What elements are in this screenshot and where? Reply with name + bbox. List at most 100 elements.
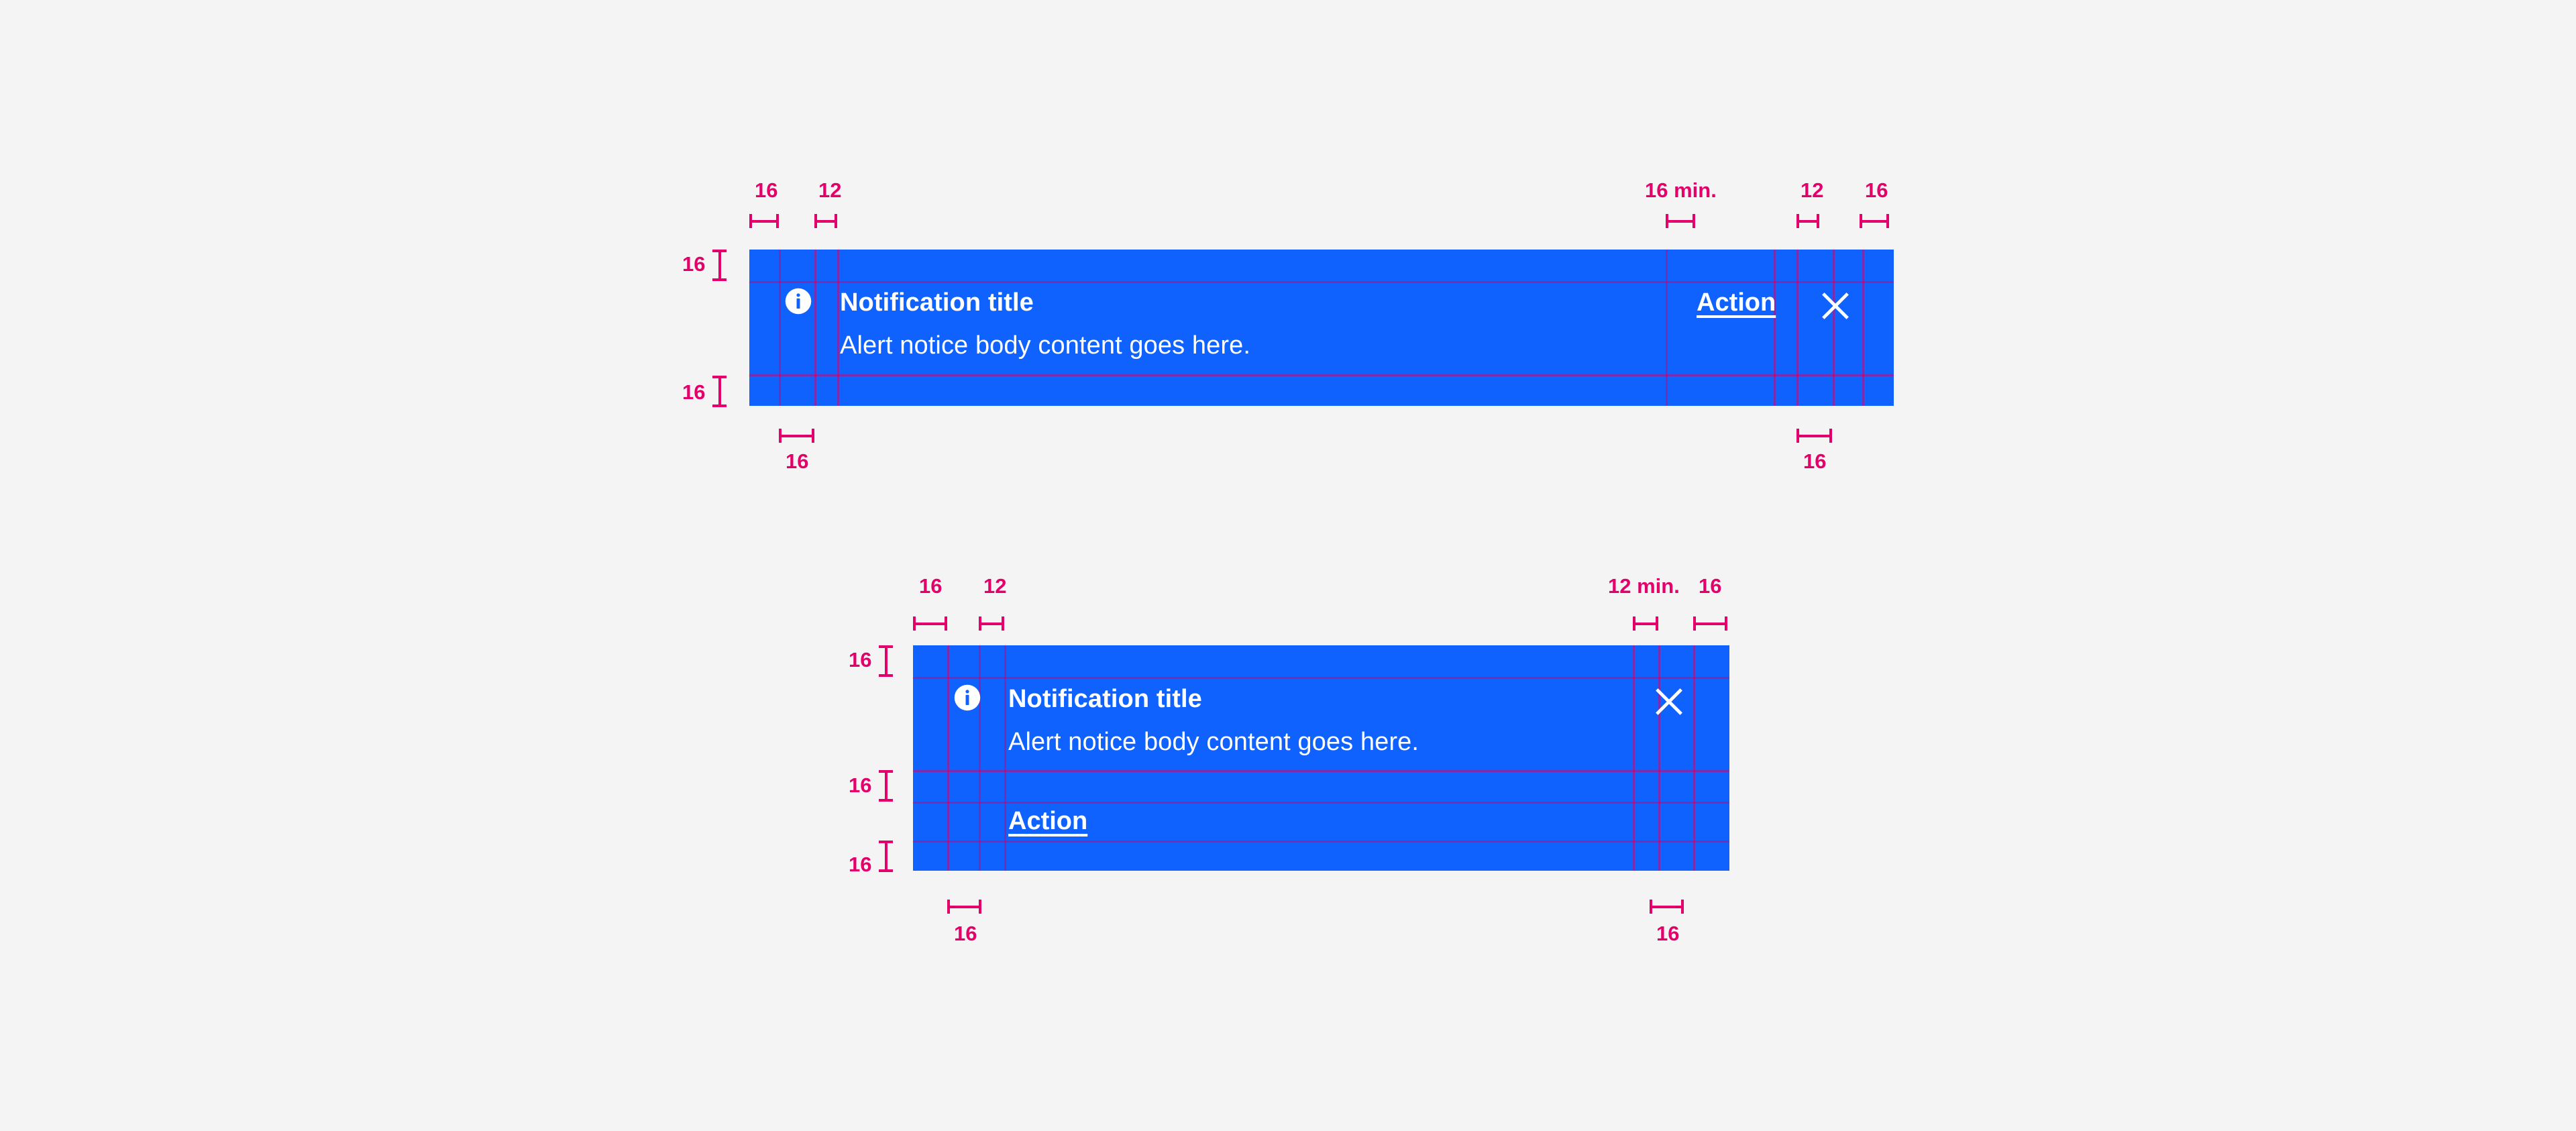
bar-cap-left	[913, 616, 916, 631]
bar-cap-right	[1817, 214, 1819, 228]
bar-cap-bottom	[879, 799, 893, 802]
bar-cap-left	[1796, 214, 1799, 228]
bar-shaft	[979, 623, 1004, 625]
bar-cap-bottom	[712, 405, 727, 407]
bar-shaft	[1693, 623, 1727, 625]
dimension-bar-n1-top-right-2	[1796, 214, 1819, 228]
bar-cap-right	[835, 214, 837, 228]
bar-cap-left	[979, 616, 981, 631]
bar-shaft	[1650, 906, 1684, 908]
dimension-bar-n1-top-right-1	[1666, 214, 1695, 228]
grid-line-vertical	[1796, 250, 1799, 406]
grid-line-vertical	[1774, 250, 1776, 406]
annotation-n2-top-right-1: 12 min.	[1608, 574, 1680, 598]
bar-shaft	[885, 645, 888, 677]
grid-line-vertical	[1666, 250, 1668, 406]
notification-title: Notification title	[840, 288, 1034, 317]
annotation-n1-top-left-1: 16	[755, 178, 778, 202]
grid-line-vertical	[1862, 250, 1864, 406]
dimension-bar-n2-left-middle	[879, 770, 893, 802]
bar-shaft	[718, 250, 721, 281]
annotation-n1-top-right-2: 12	[1801, 178, 1824, 202]
info-icon	[953, 683, 982, 712]
bar-cap-left	[1633, 616, 1635, 631]
grid-line-horizontal	[749, 374, 1894, 376]
annotation-n2-top-left-1: 16	[919, 574, 943, 598]
dimension-bar-n2-bottom-left	[947, 900, 981, 914]
grid-line-vertical	[837, 250, 839, 406]
bar-cap-right	[1681, 900, 1684, 914]
dimension-bar-n1-bottom-right	[1796, 429, 1832, 443]
bar-cap-bottom	[879, 674, 893, 677]
annotation-n1-bottom-right: 16	[1803, 449, 1827, 473]
annotation-n1-top-right-3: 16	[1865, 178, 1888, 202]
bar-cap-right	[1886, 214, 1889, 228]
bar-shaft	[1860, 220, 1889, 223]
bar-cap-left	[1796, 429, 1799, 443]
grid-line-horizontal	[913, 770, 1729, 772]
bar-cap-left	[1693, 616, 1696, 631]
dimension-bar-n1-top-left-1	[749, 214, 779, 228]
bar-cap-bottom	[712, 278, 727, 281]
notification-title: Notification title	[1008, 685, 1202, 713]
bar-cap-left	[1650, 900, 1652, 914]
bar-shaft	[1796, 435, 1832, 437]
close-icon[interactable]	[1819, 290, 1851, 322]
dimension-bar-n2-bottom-right	[1650, 900, 1684, 914]
dimension-bar-n1-bottom-left	[779, 429, 814, 443]
grid-line-vertical	[779, 250, 781, 406]
annotation-n1-top-left-2: 12	[818, 178, 842, 202]
bar-cap-right	[1002, 616, 1004, 631]
bar-shaft	[814, 220, 837, 223]
dimension-bar-n1-top-left-2	[814, 214, 837, 228]
grid-line-vertical	[1693, 645, 1695, 871]
bar-cap-left	[749, 214, 752, 228]
bar-cap-left	[1666, 214, 1668, 228]
bar-shaft	[947, 906, 981, 908]
dimension-bar-n1-left-top	[712, 250, 727, 281]
annotation-n1-left-top: 16	[682, 252, 706, 276]
annotation-n2-top-left-2: 12	[983, 574, 1007, 598]
dimension-bar-n1-left-bottom	[712, 376, 727, 407]
inline-notification-1[interactable]	[749, 250, 1894, 406]
bar-cap-bottom	[879, 869, 893, 872]
grid-line-horizontal	[749, 281, 1894, 283]
notification-action-link[interactable]: Action	[1697, 286, 1776, 319]
bar-shaft	[749, 220, 779, 223]
grid-line-vertical	[814, 250, 816, 406]
annotation-n2-bottom-left: 16	[954, 922, 977, 945]
bar-cap-right	[945, 616, 947, 631]
grid-line-vertical	[947, 645, 949, 871]
bar-cap-top	[879, 645, 893, 648]
grid-line-vertical	[979, 645, 981, 871]
bar-shaft	[718, 376, 721, 407]
grid-line-horizontal	[913, 802, 1729, 804]
bar-cap-right	[979, 900, 981, 914]
grid-line-vertical	[1658, 645, 1660, 871]
notification-action-link[interactable]: Action	[1008, 805, 1087, 837]
bar-shaft	[1633, 623, 1658, 625]
bar-cap-top	[879, 770, 893, 773]
bar-cap-right	[1656, 616, 1658, 631]
grid-line-horizontal	[913, 841, 1729, 843]
annotation-n1-left-bottom: 16	[682, 380, 706, 404]
bar-cap-right	[776, 214, 779, 228]
bar-shaft	[885, 841, 888, 872]
bar-cap-top	[712, 250, 727, 252]
grid-line-vertical	[1633, 645, 1635, 871]
bar-cap-left	[1860, 214, 1862, 228]
grid-line-vertical	[1833, 250, 1835, 406]
bar-shaft	[779, 435, 814, 437]
dimension-bar-n2-top-left-2	[979, 616, 1004, 631]
close-icon[interactable]	[1653, 686, 1685, 718]
bar-cap-right	[1693, 214, 1695, 228]
bar-cap-right	[1725, 616, 1727, 631]
annotation-n2-bottom-right: 16	[1656, 922, 1680, 945]
annotation-n2-left-bottom: 16	[849, 853, 872, 876]
grid-line-vertical	[1004, 645, 1006, 871]
dimension-bar-n2-left-top	[879, 645, 893, 677]
grid-line-horizontal	[913, 677, 1729, 679]
bar-shaft	[1796, 220, 1819, 223]
notification-body: Alert notice body content goes here.	[1008, 728, 1419, 756]
bar-shaft	[913, 623, 947, 625]
